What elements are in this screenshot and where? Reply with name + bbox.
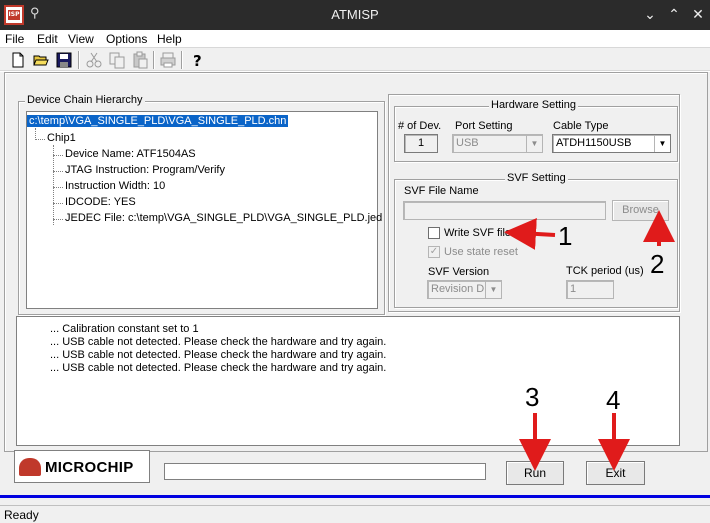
annotation-1: 1 xyxy=(558,221,573,251)
annotation-3: 3 xyxy=(525,382,540,412)
arrow-to-write-svf xyxy=(504,217,556,250)
annotation-arrows xyxy=(504,210,675,471)
annotation-2: 2 xyxy=(650,249,665,279)
annotation-4: 4 xyxy=(606,385,621,415)
